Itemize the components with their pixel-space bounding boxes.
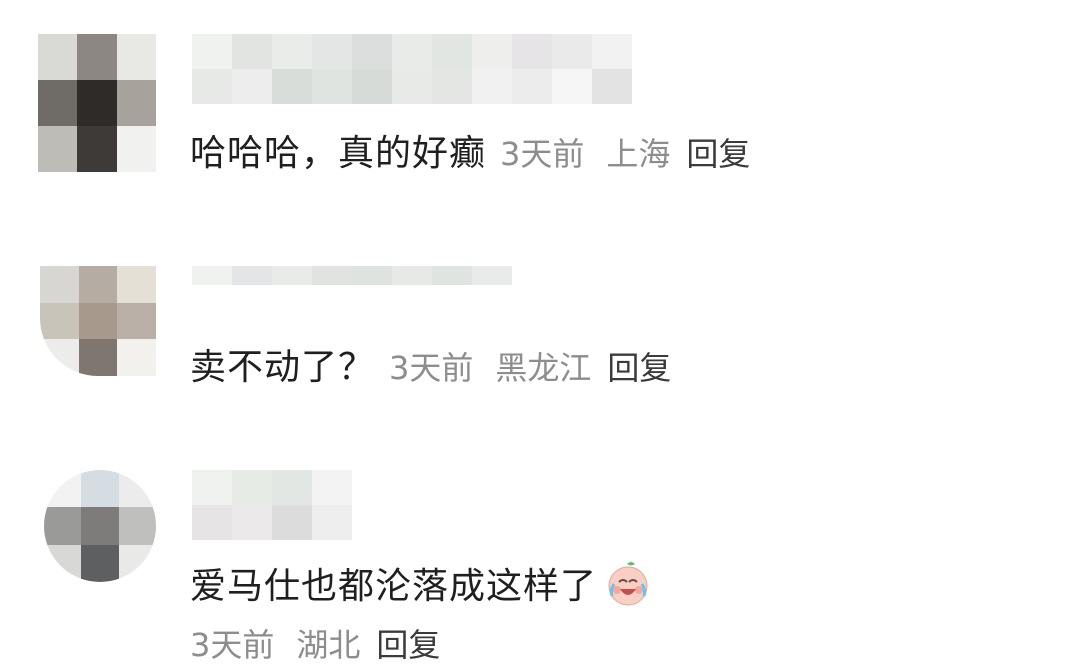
- comment-time: 3天前: [389, 349, 474, 387]
- username-blurred[interactable]: [192, 34, 632, 104]
- avatar[interactable]: [38, 34, 156, 172]
- reply-button[interactable]: 回复: [686, 129, 750, 175]
- avatar[interactable]: [40, 266, 156, 376]
- comment-location: 湖北: [296, 626, 361, 664]
- reply-button[interactable]: 回复: [607, 343, 671, 389]
- comment-location: 上海: [606, 135, 671, 173]
- comment-text: 爱马仕也都沦落成这样了: [190, 566, 598, 607]
- crying-laughing-emoji-icon: [605, 560, 651, 606]
- reply-button[interactable]: 回复: [376, 620, 440, 666]
- comment-text: 卖不动了？: [190, 347, 376, 388]
- comment-location: 黑龙江: [495, 349, 592, 387]
- avatar[interactable]: [44, 470, 156, 582]
- comment-time: 3天前: [190, 626, 275, 664]
- comment-time: 3天前: [500, 135, 585, 173]
- comment-text: 哈哈哈，真的好癫: [190, 133, 487, 174]
- username-blurred[interactable]: [192, 470, 352, 540]
- username-blurred[interactable]: [192, 266, 512, 304]
